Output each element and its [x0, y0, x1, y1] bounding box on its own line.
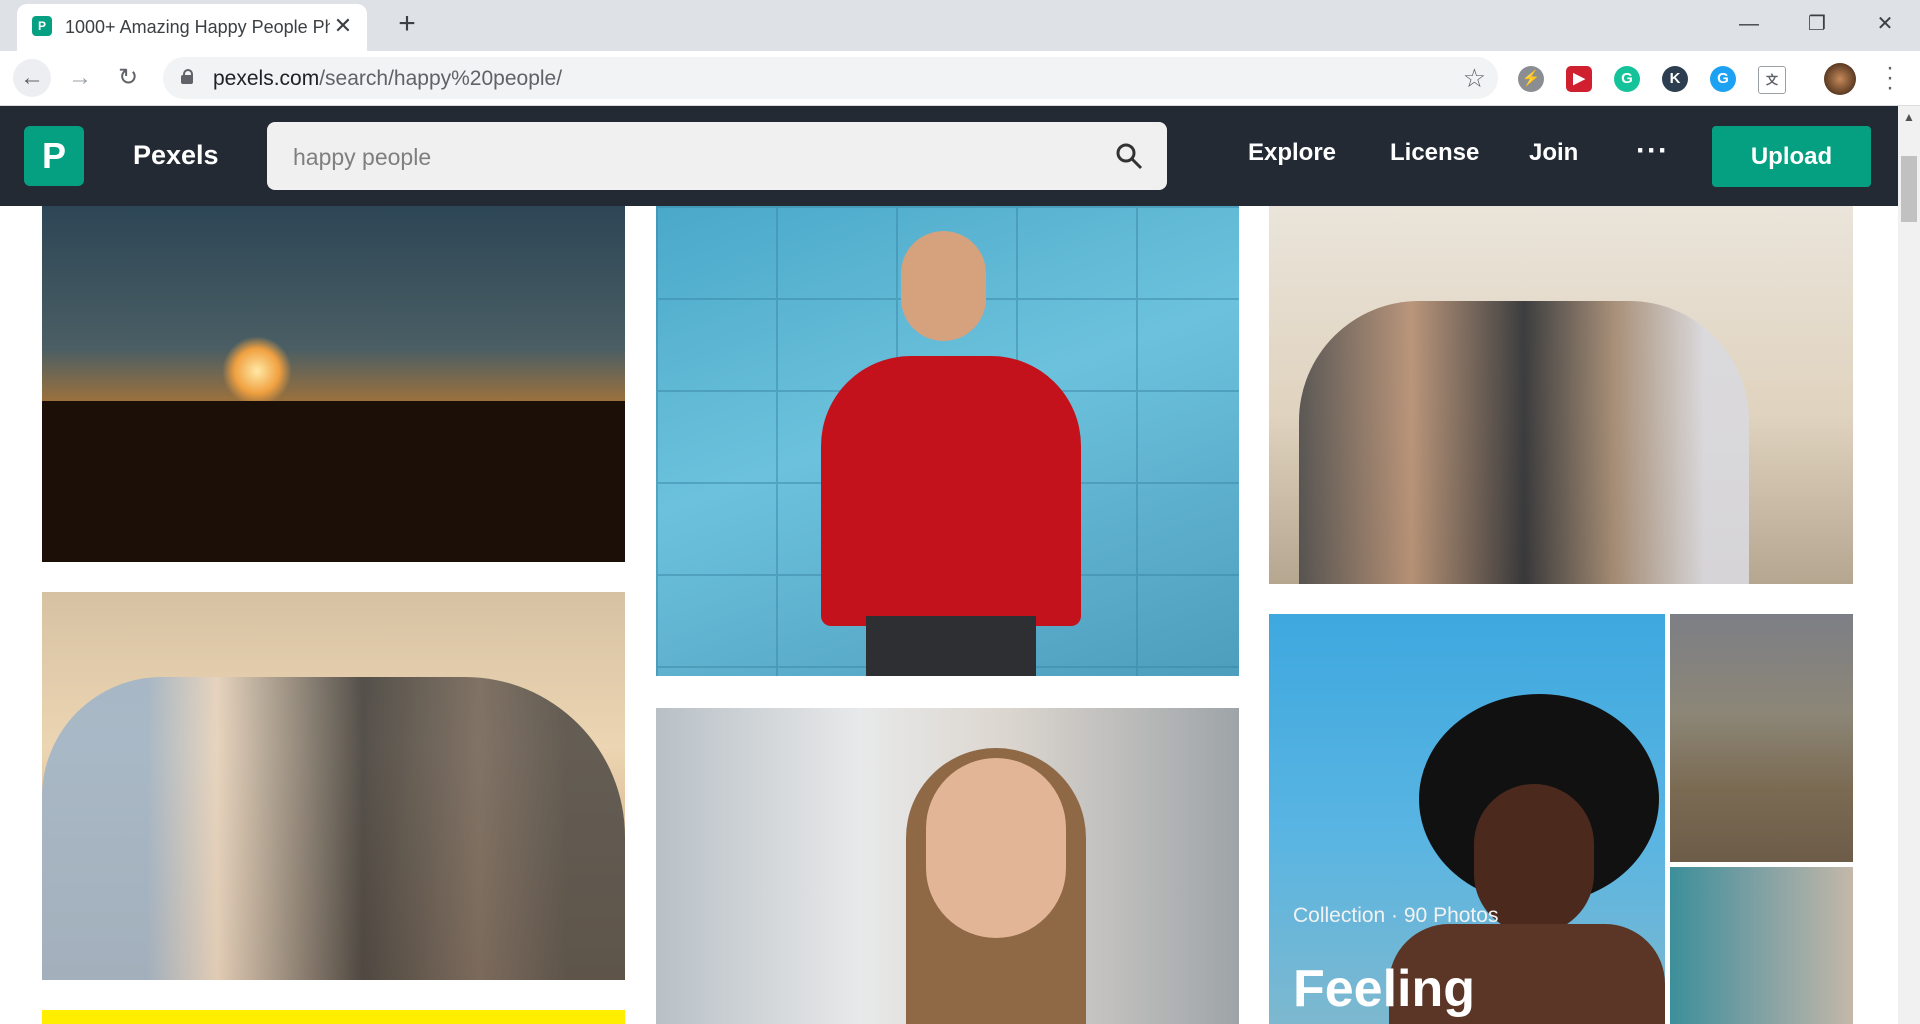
restore-window-icon[interactable]: ❐ — [1792, 6, 1842, 42]
collection-title: Feeling — [1293, 960, 1476, 1018]
browser-toolbar: ← → ↻ pexels.com/search/happy%20people/ … — [0, 51, 1920, 106]
scroll-up-arrow-icon[interactable]: ▲ — [1903, 110, 1915, 124]
search-icon[interactable] — [1115, 142, 1143, 170]
profile-avatar[interactable] — [1824, 63, 1856, 95]
bookmark-star-icon[interactable]: ☆ — [1463, 63, 1486, 94]
collection-label: Collection · 90 Photos — [1293, 904, 1499, 927]
photo-friends-laughing[interactable] — [1269, 206, 1853, 584]
collection-card[interactable]: Collection · 90 Photos Feeling — [1269, 614, 1853, 1024]
extension-k-icon[interactable]: K — [1662, 66, 1688, 92]
photo-man-red-sweater[interactable] — [656, 206, 1239, 676]
site-header: P Pexels Explore License Join ··· Upload — [0, 106, 1898, 206]
extension-g-blue-icon[interactable]: G — [1710, 66, 1736, 92]
forward-icon[interactable]: → — [61, 59, 99, 97]
close-tab-icon[interactable]: ✕ — [331, 14, 355, 38]
collection-thumb-couple — [1670, 614, 1853, 862]
address-bar[interactable]: pexels.com/search/happy%20people/ ☆ — [163, 57, 1498, 99]
url-text[interactable]: pexels.com/search/happy%20people/ — [213, 67, 562, 91]
photo-yellow-partial[interactable] — [42, 1010, 625, 1024]
search-input[interactable] — [291, 139, 1075, 175]
pexels-favicon-icon: P — [32, 16, 52, 36]
photo-sunset-jumping-group[interactable] — [42, 206, 625, 562]
nav-explore[interactable]: Explore — [1248, 139, 1336, 167]
upload-button[interactable]: Upload — [1712, 126, 1871, 187]
browser-tab-strip: P 1000+ Amazing Happy People Photos · Pe… — [0, 0, 1920, 51]
extension-translate-icon[interactable]: 文 — [1758, 66, 1786, 94]
browser-tab[interactable]: P 1000+ Amazing Happy People Photos · Pe… — [17, 4, 367, 51]
more-menu-icon[interactable]: ··· — [1636, 134, 1669, 168]
scroll-thumb[interactable] — [1901, 156, 1917, 222]
page-scrollbar[interactable]: ▲ — [1898, 106, 1920, 1024]
back-icon[interactable]: ← — [13, 59, 51, 97]
browser-menu-icon[interactable]: · · · — [1878, 56, 1902, 100]
collection-main-photo: Collection · 90 Photos Feeling — [1269, 614, 1665, 1024]
extension-bolt-icon[interactable]: ⚡ — [1518, 66, 1544, 92]
search-box — [267, 122, 1167, 190]
extension-red-play-icon[interactable]: ▶ — [1566, 66, 1592, 92]
collection-thumb-woman — [1670, 867, 1853, 1024]
extension-grammarly-icon[interactable]: G — [1614, 66, 1640, 92]
brand-name[interactable]: Pexels — [133, 140, 219, 171]
minimize-window-icon[interactable]: — — [1724, 6, 1774, 42]
reload-icon[interactable]: ↻ — [109, 59, 147, 97]
nav-join[interactable]: Join — [1529, 139, 1578, 167]
pexels-logo-icon[interactable]: P — [24, 126, 84, 186]
close-window-icon[interactable]: ✕ — [1860, 6, 1910, 42]
new-tab-button[interactable]: + — [392, 9, 422, 40]
tab-title: 1000+ Amazing Happy People Photos · Pexe… — [65, 17, 330, 37]
nav-license[interactable]: License — [1390, 139, 1479, 167]
photo-woman-on-phone[interactable] — [656, 708, 1239, 1024]
photo-friends-dancing[interactable] — [42, 592, 625, 980]
lock-icon — [181, 69, 193, 84]
